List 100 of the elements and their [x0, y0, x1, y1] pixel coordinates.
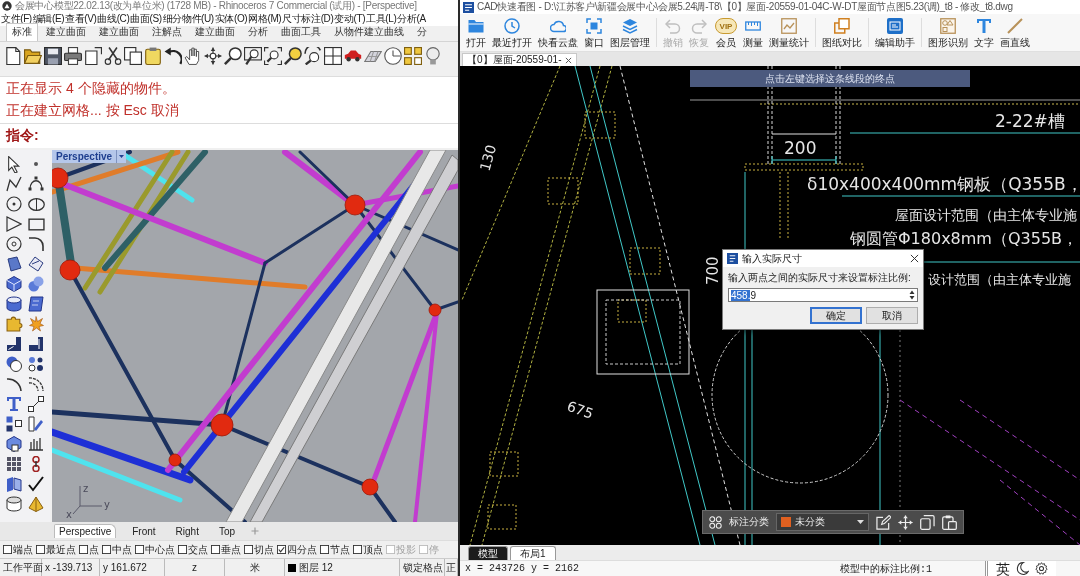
toolbar-button[interactable]: 图纸对比: [819, 14, 865, 51]
viewport-tab[interactable]: Perspective: [54, 524, 117, 538]
triangle-icon[interactable]: [6, 216, 22, 232]
toolbar-tab[interactable]: 标准: [6, 23, 38, 41]
arrow-icon[interactable]: [7, 155, 21, 173]
checkbox[interactable]: [353, 545, 362, 554]
layout-tab[interactable]: 模型: [468, 546, 508, 560]
toolbar-button[interactable]: 打开: [463, 14, 489, 51]
point-icon[interactable]: [34, 162, 38, 166]
dial-icon[interactable]: [384, 47, 402, 65]
checkbox[interactable]: [178, 545, 187, 554]
rectangle-icon[interactable]: [27, 217, 45, 231]
toolbar-tab[interactable]: 分析: [243, 24, 273, 41]
viewport-tab[interactable]: Front: [128, 524, 160, 538]
checkmark-icon[interactable]: [28, 476, 44, 492]
dialog-button[interactable]: 取消: [866, 307, 918, 324]
menu-item[interactable]: 曲线(C): [97, 12, 130, 26]
control-point-curve-icon[interactable]: [28, 176, 44, 192]
viewport-title[interactable]: Perspective: [52, 150, 117, 163]
layer-color-icon[interactable]: [288, 563, 296, 572]
status-text[interactable]: 图层 12: [299, 560, 333, 575]
toolbar-button[interactable]: 画直线: [997, 14, 1033, 51]
nodes-icon[interactable]: [28, 396, 44, 412]
spheres-icon[interactable]: [28, 276, 44, 292]
menu-item[interactable]: 查看(V): [65, 12, 97, 26]
dimension-input[interactable]: 458.9: [728, 288, 918, 302]
status-text[interactable]: 锁定格点: [403, 560, 443, 575]
document-icon[interactable]: [84, 47, 102, 65]
slanted-bars-icon[interactable]: [28, 416, 44, 432]
grid-dots-icon[interactable]: [6, 456, 22, 472]
spinner-icon[interactable]: [909, 290, 915, 300]
checkbox[interactable]: [320, 545, 329, 554]
circle-icon[interactable]: [6, 196, 22, 212]
curve-icon[interactable]: [6, 376, 22, 392]
viewport-tab[interactable]: Top: [214, 524, 240, 538]
polyline-icon[interactable]: [6, 176, 22, 192]
checkbox[interactable]: [102, 545, 111, 554]
zoom-icon[interactable]: [224, 47, 242, 65]
corner-block-icon[interactable]: [6, 336, 22, 352]
bulb-icon[interactable]: [424, 47, 442, 65]
toolbar-button[interactable]: 快看云盘: [535, 14, 581, 51]
paste-icon[interactable]: [942, 514, 957, 530]
toolbar-button[interactable]: 编辑助手: [872, 14, 918, 51]
copy-icon[interactable]: [124, 47, 142, 65]
new-file-icon[interactable]: [4, 47, 22, 65]
squares-icon[interactable]: [404, 47, 422, 65]
moon-icon[interactable]: [1016, 562, 1029, 575]
document-tab[interactable]: 【0】屋面-20559-01-: [462, 53, 578, 66]
close-icon[interactable]: [565, 56, 573, 64]
zoom-rotate-icon[interactable]: [304, 47, 322, 65]
toolbar-tab[interactable]: 建立曲面: [94, 24, 144, 41]
toolbar-tab[interactable]: 建立曲面: [190, 24, 240, 41]
toolbar-tab[interactable]: 从物件建立曲线: [329, 24, 409, 41]
toolbar-button[interactable]: 测量: [740, 14, 766, 51]
cube-icon[interactable]: [6, 276, 22, 292]
close-icon[interactable]: [910, 254, 919, 263]
dialog-button[interactable]: 确定: [810, 307, 862, 324]
viewports-icon[interactable]: [324, 47, 342, 65]
comb-icon[interactable]: [28, 436, 44, 452]
menu-item[interactable]: 编辑(E): [32, 12, 65, 26]
caret-icon[interactable]: [116, 150, 127, 163]
menu-item[interactable]: 分析(A: [397, 12, 426, 26]
corner-block-icon[interactable]: [28, 336, 44, 352]
toolbar-button[interactable]: 测量统计: [766, 14, 812, 51]
toolbar-tab[interactable]: 曲面工具: [276, 24, 326, 41]
double-curve-icon[interactable]: [28, 376, 44, 392]
command-line-field[interactable]: 指令:: [0, 123, 458, 148]
menu-item[interactable]: 实体(O): [214, 12, 248, 26]
save-icon[interactable]: [44, 47, 62, 65]
toolbar-tab[interactable]: 建立曲面: [41, 24, 91, 41]
clipboard-icon[interactable]: [144, 47, 162, 65]
surface-icon[interactable]: [6, 256, 22, 272]
menu-item[interactable]: 尺寸标注(D): [282, 12, 334, 26]
curved-corner-icon[interactable]: [28, 236, 44, 252]
zoom-selected-icon[interactable]: [284, 47, 302, 65]
category-dropdown[interactable]: 未分类: [776, 513, 869, 531]
menu-item[interactable]: 工具(L): [366, 12, 397, 26]
toolbar-button[interactable]: 文字: [971, 14, 997, 51]
checkbox[interactable]: [244, 545, 253, 554]
toolbar-tab[interactable]: 分: [412, 24, 432, 41]
checkbox[interactable]: [36, 545, 45, 554]
toolbar-button[interactable]: 图层管理: [607, 14, 653, 51]
menu-item[interactable]: 网格(M): [248, 12, 282, 26]
checkbox[interactable]: [277, 545, 286, 554]
menu-item[interactable]: 曲面(S): [130, 12, 162, 26]
move-icon[interactable]: [898, 514, 913, 530]
menu-item[interactable]: 变动(T): [334, 12, 366, 26]
checkbox[interactable]: [135, 545, 144, 554]
overlap-circles-icon[interactable]: [6, 356, 22, 372]
toolbar-tab[interactable]: 注解点: [147, 24, 187, 41]
toolbar-button[interactable]: 最近打开: [489, 14, 535, 51]
checkbox[interactable]: [79, 545, 88, 554]
puzzle-icon[interactable]: [5, 316, 23, 332]
hand-icon[interactable]: [184, 47, 202, 65]
open-folder-icon[interactable]: [24, 47, 42, 65]
patch-icon[interactable]: [28, 296, 44, 312]
panels-icon[interactable]: [6, 476, 22, 492]
menu-item[interactable]: 细分物件(U): [162, 12, 214, 26]
toolbar-button[interactable]: 窗口: [581, 14, 607, 51]
car-icon[interactable]: [344, 50, 362, 62]
